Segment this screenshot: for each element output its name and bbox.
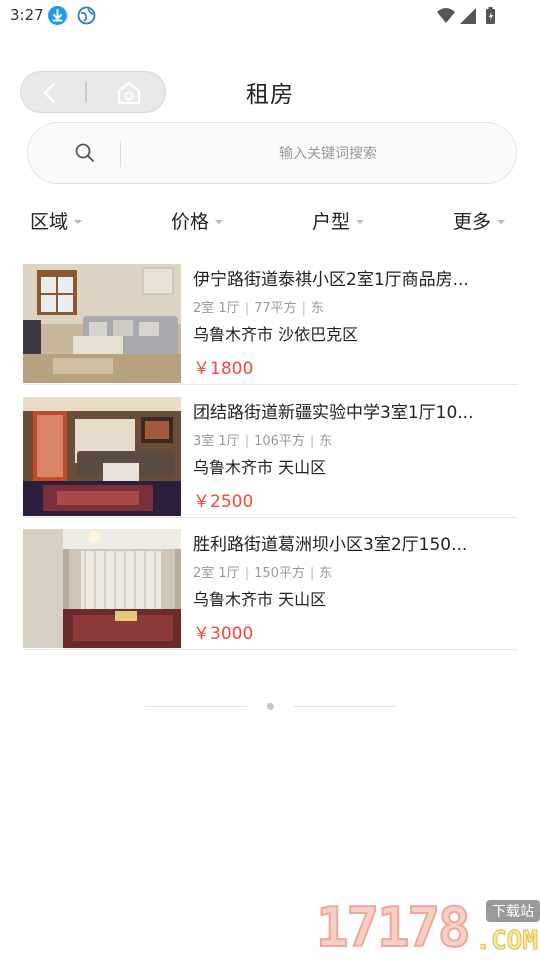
listing-rooms: 2室 1厅 bbox=[193, 301, 240, 316]
download-icon bbox=[48, 6, 67, 25]
listing-price: ￥3000 bbox=[193, 624, 254, 644]
listing-location: 乌鲁木齐市 天山区 bbox=[193, 458, 327, 477]
listing-title: 胜利路街道葛洲坝小区3室2厅150... bbox=[193, 535, 468, 555]
listing-area: 77平方 bbox=[254, 301, 297, 316]
listing-orientation: 东 bbox=[319, 566, 333, 581]
filter-region-label: 区域 bbox=[30, 210, 69, 233]
watermark-number: 17178 bbox=[315, 895, 472, 960]
listing-meta: 2室 1厅 | 77平方 | 东 bbox=[193, 297, 324, 316]
end-divider-right bbox=[294, 706, 396, 707]
status-bar: 3:27 bbox=[0, 0, 540, 32]
globe-icon bbox=[77, 6, 96, 25]
filter-price-label: 价格 bbox=[171, 210, 210, 233]
filter-more-label: 更多 bbox=[453, 210, 492, 233]
nav-capsule bbox=[20, 71, 166, 113]
battery-icon bbox=[486, 7, 495, 24]
meta-separator: | bbox=[244, 301, 250, 316]
listing-area: 150平方 bbox=[254, 566, 305, 581]
watermark-suffix: .COM bbox=[475, 926, 539, 957]
listing-area: 106平方 bbox=[254, 434, 305, 449]
search-input[interactable] bbox=[148, 141, 508, 167]
end-indicator-dot bbox=[267, 703, 274, 710]
filter-more[interactable]: 更多 bbox=[453, 204, 506, 236]
search-bar[interactable] bbox=[27, 122, 517, 184]
listing-location: 乌鲁木齐市 沙依巴克区 bbox=[193, 325, 359, 344]
meta-separator: | bbox=[244, 434, 250, 449]
filter-price[interactable]: 价格 bbox=[171, 204, 224, 236]
status-right-icons bbox=[434, 6, 506, 26]
meta-separator: | bbox=[309, 434, 315, 449]
listing-price: ￥1800 bbox=[193, 359, 254, 379]
capsule-divider bbox=[85, 82, 87, 102]
listing-price: ￥2500 bbox=[193, 492, 254, 512]
listing-orientation: 东 bbox=[319, 434, 333, 449]
search-divider bbox=[120, 141, 121, 167]
search-icon bbox=[74, 142, 96, 164]
meta-separator: | bbox=[309, 566, 315, 581]
chevron-down-icon bbox=[497, 219, 506, 224]
listing-photo bbox=[23, 264, 181, 383]
listing-photo bbox=[23, 397, 181, 516]
filter-region[interactable]: 区域 bbox=[30, 204, 83, 236]
filter-bar: 区域 价格 户型 更多 bbox=[0, 204, 540, 236]
listing-orientation: 东 bbox=[311, 301, 325, 316]
status-time: 3:27 bbox=[10, 6, 44, 24]
meta-separator: | bbox=[301, 301, 307, 316]
listing-photo bbox=[23, 529, 181, 648]
listing-item[interactable]: 胜利路街道葛洲坝小区3室2厅150... 2室 1厅 | 150平方 | 东 乌鲁木齐市… bbox=[23, 529, 518, 650]
listing-item[interactable]: 伊宁路街道泰祺小区2室1厅商品房... 2室 1厅 | 77平方 | 东 乌鲁木齐市 沙… bbox=[23, 264, 518, 385]
listing-title: 伊宁路街道泰祺小区2室1厅商品房... bbox=[193, 270, 469, 290]
listing-meta: 2室 1厅 | 150平方 | 东 bbox=[193, 562, 332, 581]
listing-rooms: 2室 1厅 bbox=[193, 566, 240, 581]
listing-item[interactable]: 团结路街道新疆实验中学3室1厅10... 3室 1厅 | 106平方 | 东 乌鲁木齐市… bbox=[23, 397, 518, 518]
home-icon[interactable] bbox=[115, 79, 143, 107]
wifi-icon bbox=[437, 8, 455, 23]
watermark-logo: 17178 下载站 .COM bbox=[315, 895, 540, 960]
listing-location: 乌鲁木齐市 天山区 bbox=[193, 590, 327, 609]
listing-rooms: 3室 1厅 bbox=[193, 434, 240, 449]
page-title: 租房 bbox=[246, 82, 294, 108]
back-icon[interactable] bbox=[39, 82, 61, 104]
filter-layout-label: 户型 bbox=[312, 210, 351, 233]
chevron-down-icon bbox=[356, 219, 365, 224]
filter-layout[interactable]: 户型 bbox=[312, 204, 365, 236]
listing-meta: 3室 1厅 | 106平方 | 东 bbox=[193, 430, 332, 449]
chevron-down-icon bbox=[215, 219, 224, 224]
watermark-badge: 下载站 bbox=[486, 900, 540, 922]
chevron-down-icon bbox=[74, 219, 83, 224]
meta-separator: | bbox=[244, 566, 250, 581]
listing-title: 团结路街道新疆实验中学3室1厅10... bbox=[193, 403, 474, 423]
signal-icon bbox=[460, 8, 476, 24]
end-divider-left bbox=[145, 706, 247, 707]
